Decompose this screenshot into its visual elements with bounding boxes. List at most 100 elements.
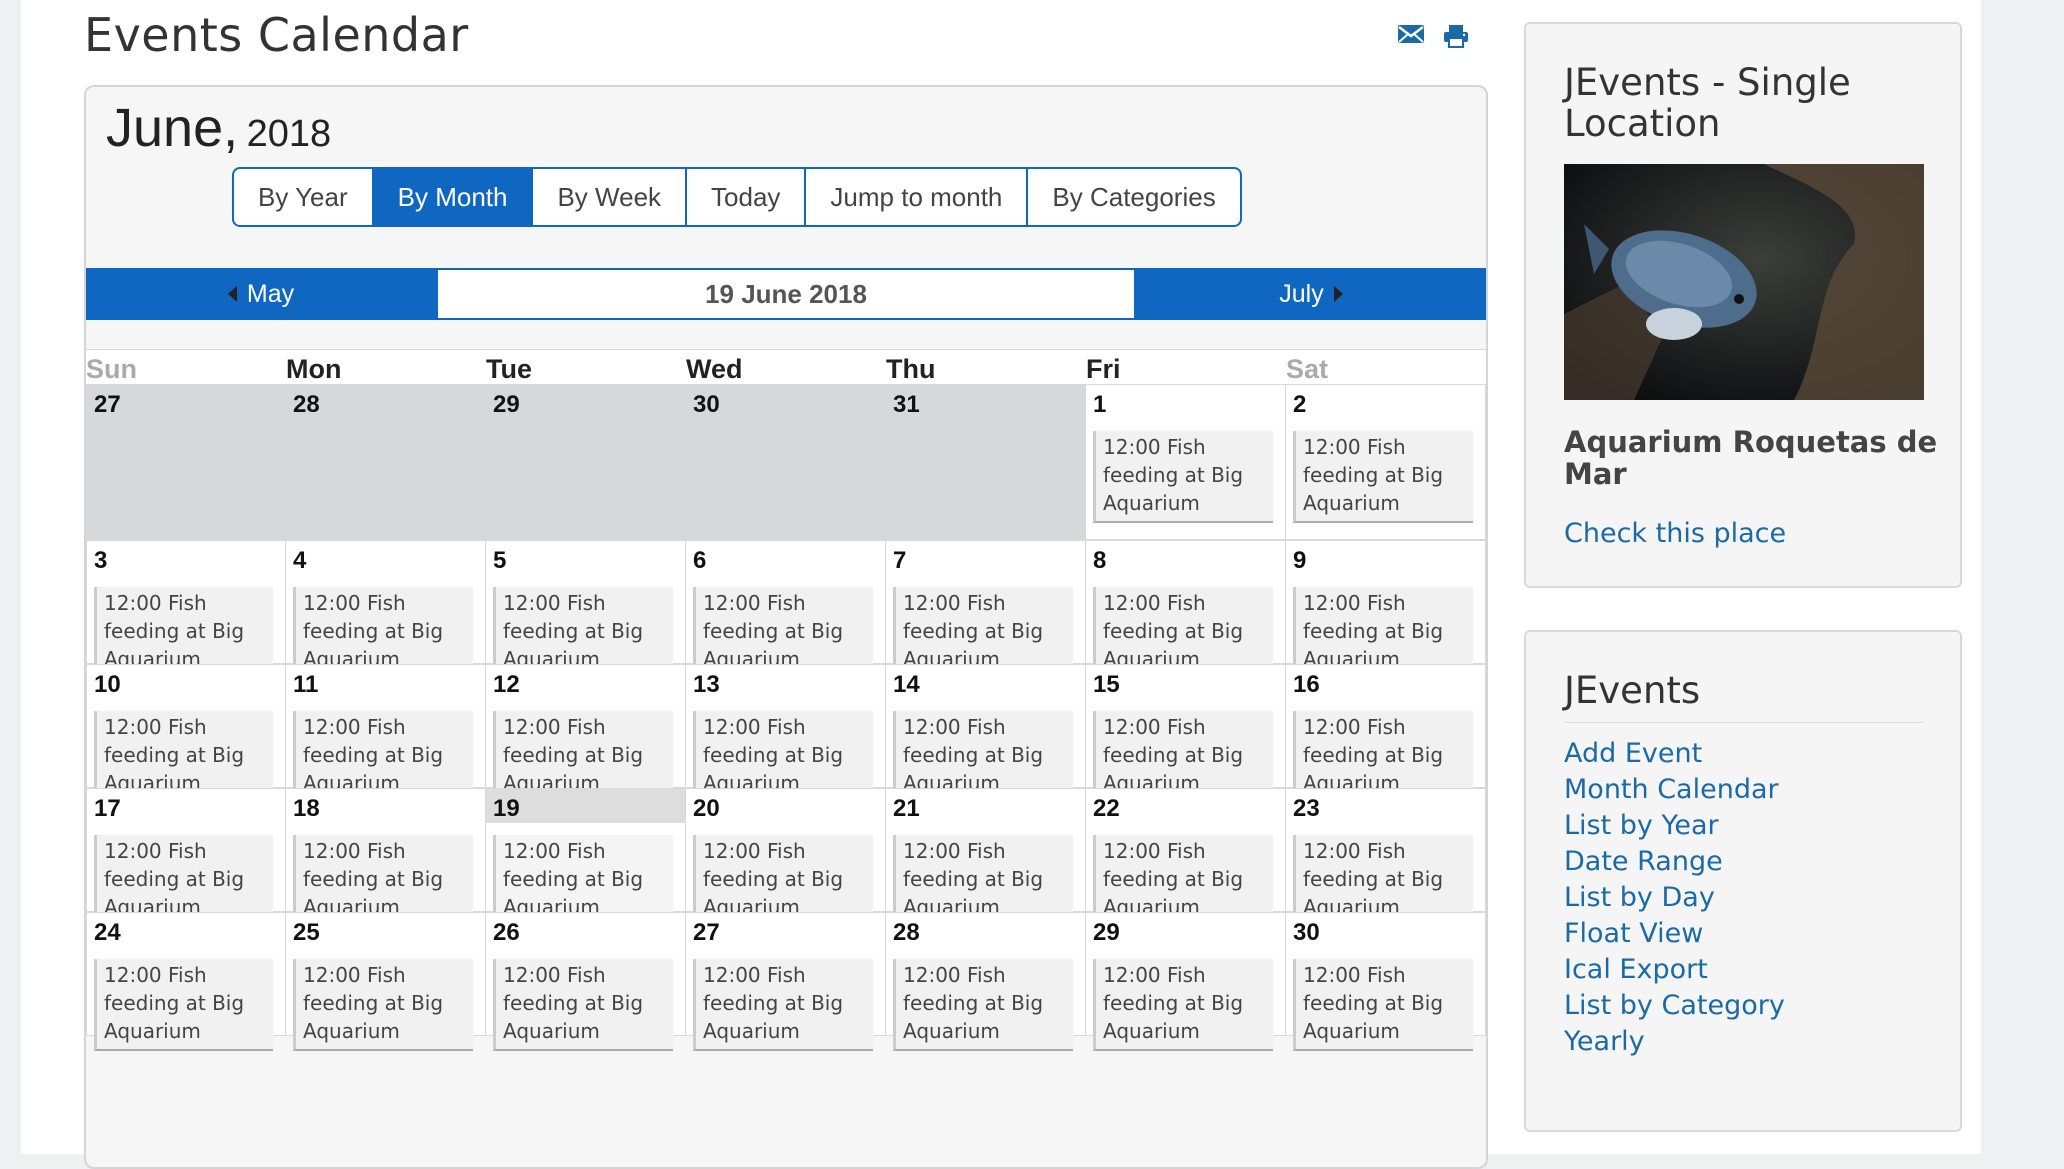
day-number[interactable]: 3 [94, 547, 277, 575]
day-number[interactable]: 14 [893, 671, 1077, 699]
day-number[interactable]: 9 [1293, 547, 1477, 575]
day-number[interactable]: 22 [1093, 795, 1277, 823]
day-number[interactable]: 30 [1293, 919, 1477, 947]
day-number[interactable]: 21 [893, 795, 1077, 823]
day-number[interactable]: 16 [1293, 671, 1477, 699]
jevents-link-yearly[interactable]: Yearly [1564, 1024, 1785, 1060]
jevents-link-month-calendar[interactable]: Month Calendar [1564, 772, 1785, 808]
event-item[interactable]: 12:00 Fish feeding at Big Aquarium [1093, 431, 1273, 523]
day-number[interactable]: 30 [693, 391, 877, 419]
day-cell[interactable]: 27 [86, 384, 286, 540]
day-cell[interactable]: 25 12:00 Fish feeding at Big Aquarium [286, 912, 486, 1051]
day-number[interactable]: 23 [1293, 795, 1477, 823]
day-number[interactable]: 26 [493, 919, 677, 947]
day-cell-today[interactable]: 19 12:00 Fish feeding at Big Aquarium [486, 788, 686, 927]
day-number[interactable]: 11 [293, 671, 477, 699]
day-cell[interactable]: 7 12:00 Fish feeding at Big Aquarium [886, 540, 1086, 679]
prev-month-button[interactable]: May [86, 268, 436, 320]
jevents-link-ical-export[interactable]: Ical Export [1564, 952, 1785, 988]
day-cell[interactable]: 23 12:00 Fish feeding at Big Aquarium [1286, 788, 1486, 927]
jevents-link-list-by-category[interactable]: List by Category [1564, 988, 1785, 1024]
view-jump-to-month-button[interactable]: Jump to month [804, 169, 1026, 225]
day-cell[interactable]: 3 12:00 Fish feeding at Big Aquarium [86, 540, 286, 679]
day-cell[interactable]: 13 12:00 Fish feeding at Big Aquarium [686, 664, 886, 803]
jevents-link-list-by-year[interactable]: List by Year [1564, 808, 1785, 844]
day-number[interactable]: 24 [94, 919, 277, 947]
day-cell[interactable]: 18 12:00 Fish feeding at Big Aquarium [286, 788, 486, 927]
day-number[interactable]: 7 [893, 547, 1077, 575]
day-cell[interactable]: 12 12:00 Fish feeding at Big Aquarium [486, 664, 686, 803]
day-cell[interactable]: 24 12:00 Fish feeding at Big Aquarium [86, 912, 286, 1051]
check-place-link[interactable]: Check this place [1564, 518, 1786, 549]
view-by-week-button[interactable]: By Week [531, 169, 685, 225]
day-cell[interactable]: 4 12:00 Fish feeding at Big Aquarium [286, 540, 486, 679]
day-cell[interactable]: 29 [486, 384, 686, 540]
day-cell[interactable]: 21 12:00 Fish feeding at Big Aquarium [886, 788, 1086, 927]
event-item[interactable]: 12:00 Fish feeding at Big Aquarium [94, 959, 273, 1051]
view-by-month-button[interactable]: By Month [371, 169, 532, 225]
day-cell[interactable]: 22 12:00 Fish feeding at Big Aquarium [1086, 788, 1286, 927]
event-item[interactable]: 12:00 Fish feeding at Big Aquarium [293, 959, 473, 1051]
day-cell[interactable]: 14 12:00 Fish feeding at Big Aquarium [886, 664, 1086, 803]
event-item[interactable]: 12:00 Fish feeding at Big Aquarium [693, 959, 873, 1051]
jevents-link-list-by-day[interactable]: List by Day [1564, 880, 1785, 916]
day-cell[interactable]: 30 [686, 384, 886, 540]
day-number[interactable]: 28 [293, 391, 477, 419]
day-cell[interactable]: 9 12:00 Fish feeding at Big Aquarium [1286, 540, 1486, 679]
day-number[interactable]: 31 [893, 391, 1077, 419]
event-item[interactable]: 12:00 Fish feeding at Big Aquarium [893, 959, 1073, 1051]
day-number[interactable]: 27 [94, 391, 277, 419]
day-number[interactable]: 15 [1093, 671, 1277, 699]
day-cell[interactable]: 15 12:00 Fish feeding at Big Aquarium [1086, 664, 1286, 803]
jevents-link-float-view[interactable]: Float View [1564, 916, 1785, 952]
day-number[interactable]: 20 [693, 795, 877, 823]
day-cell[interactable]: 28 12:00 Fish feeding at Big Aquarium [886, 912, 1086, 1051]
day-cell[interactable]: 28 [286, 384, 486, 540]
day-cell[interactable]: 11 12:00 Fish feeding at Big Aquarium [286, 664, 486, 803]
day-number[interactable]: 27 [693, 919, 877, 947]
day-number[interactable]: 1 [1093, 391, 1277, 419]
view-by-categories-button[interactable]: By Categories [1026, 169, 1239, 225]
day-number[interactable]: 6 [693, 547, 877, 575]
location-image[interactable] [1564, 164, 1924, 400]
event-item[interactable]: 12:00 Fish feeding at Big Aquarium [1293, 959, 1473, 1051]
view-today-button[interactable]: Today [685, 169, 804, 225]
day-cell[interactable]: 20 12:00 Fish feeding at Big Aquarium [686, 788, 886, 927]
day-cell[interactable]: 29 12:00 Fish feeding at Big Aquarium [1086, 912, 1286, 1051]
day-number[interactable]: 28 [893, 919, 1077, 947]
day-number[interactable]: 10 [94, 671, 277, 699]
day-cell[interactable]: 26 12:00 Fish feeding at Big Aquarium [486, 912, 686, 1051]
day-number[interactable]: 25 [293, 919, 477, 947]
day-cell[interactable]: 30 12:00 Fish feeding at Big Aquarium [1286, 912, 1486, 1051]
day-number[interactable]: 13 [693, 671, 877, 699]
day-cell[interactable]: 16 12:00 Fish feeding at Big Aquarium [1286, 664, 1486, 803]
day-cell[interactable]: 10 12:00 Fish feeding at Big Aquarium [86, 664, 286, 803]
next-month-button[interactable]: July [1136, 268, 1486, 320]
jevents-link-date-range[interactable]: Date Range [1564, 844, 1785, 880]
print-icon[interactable] [1443, 24, 1469, 48]
event-item[interactable]: 12:00 Fish feeding at Big Aquarium [1293, 431, 1473, 523]
day-cell[interactable]: 8 12:00 Fish feeding at Big Aquarium [1086, 540, 1286, 679]
day-number[interactable]: 29 [493, 391, 677, 419]
view-by-year-button[interactable]: By Year [234, 169, 372, 225]
day-number[interactable]: 17 [94, 795, 277, 823]
day-cell[interactable]: 2 12:00 Fish feeding at Big Aquarium [1286, 384, 1486, 540]
jevents-link-add-event[interactable]: Add Event [1564, 736, 1785, 772]
day-number[interactable]: 12 [493, 671, 677, 699]
day-cell[interactable]: 17 12:00 Fish feeding at Big Aquarium [86, 788, 286, 927]
day-number[interactable]: 5 [493, 547, 677, 575]
day-number[interactable]: 29 [1093, 919, 1277, 947]
day-number[interactable]: 19 [493, 795, 677, 823]
day-cell[interactable]: 31 [886, 384, 1086, 540]
day-cell[interactable]: 6 12:00 Fish feeding at Big Aquarium [686, 540, 886, 679]
day-number[interactable]: 2 [1293, 391, 1477, 419]
day-cell[interactable]: 5 12:00 Fish feeding at Big Aquarium [486, 540, 686, 679]
day-cell[interactable]: 1 12:00 Fish feeding at Big Aquarium [1086, 384, 1286, 540]
day-cell[interactable]: 27 12:00 Fish feeding at Big Aquarium [686, 912, 886, 1051]
day-number[interactable]: 18 [293, 795, 477, 823]
event-item[interactable]: 12:00 Fish feeding at Big Aquarium [1093, 959, 1273, 1051]
day-number[interactable]: 8 [1093, 547, 1277, 575]
day-number[interactable]: 4 [293, 547, 477, 575]
email-icon[interactable] [1397, 24, 1425, 48]
event-item[interactable]: 12:00 Fish feeding at Big Aquarium [493, 959, 673, 1051]
